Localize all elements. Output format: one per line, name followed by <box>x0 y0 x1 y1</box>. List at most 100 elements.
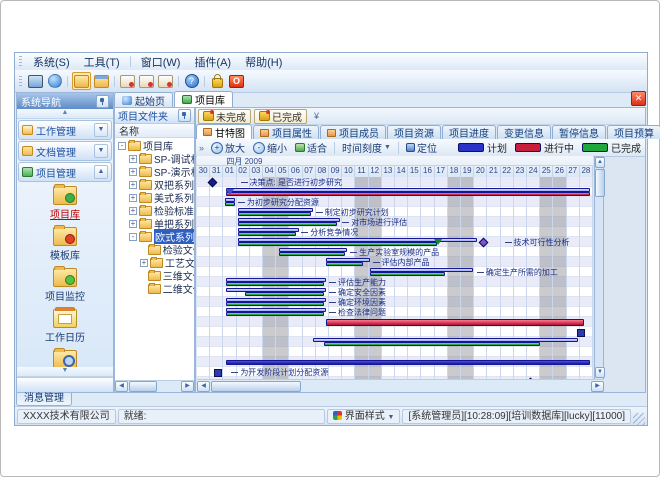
task-bar-7[interactable] <box>279 252 345 256</box>
gantt-tab-项目进度[interactable]: 项目进度 <box>442 125 496 139</box>
chevron-down-icon[interactable]: ▼ <box>94 144 108 158</box>
task-bar-16[interactable] <box>324 342 540 346</box>
sidebar-item-0[interactable]: 项目库 <box>17 184 113 221</box>
web-icon[interactable] <box>46 73 63 89</box>
system-icon[interactable] <box>27 73 44 89</box>
expand-icon[interactable]: + <box>129 207 137 215</box>
expand-icon[interactable]: + <box>129 168 137 176</box>
gantt-vscroll-thumb[interactable] <box>595 169 605 197</box>
open-folder-icon[interactable] <box>72 72 91 90</box>
style-palette-icon <box>333 411 342 420</box>
task-bar-9[interactable] <box>370 272 445 276</box>
fit-button[interactable]: 适合 <box>291 141 331 155</box>
scroll-up-icon[interactable]: ▲ <box>595 157 605 168</box>
expand-icon[interactable]: + <box>140 259 148 267</box>
sidebar-item-2[interactable]: 项目监控 <box>17 266 113 303</box>
menu-item-2[interactable]: 窗口(W) <box>134 53 188 71</box>
task-bar-17[interactable] <box>226 360 590 365</box>
tree-node-11[interactable]: 二维文件 <box>115 282 194 295</box>
folder-icon <box>139 206 152 216</box>
scroll-right-icon[interactable]: ▶ <box>181 381 194 392</box>
mail-new-icon[interactable] <box>119 73 136 89</box>
menu-item-0[interactable]: 系统(S) <box>26 53 77 71</box>
gantt-chart[interactable]: 决策点: 是否进行初步研究为初步研究分配资源制定初步研究计划对市场进行评估分析竞… <box>197 177 593 386</box>
task-bar-4[interactable] <box>238 222 337 226</box>
task-bar-11[interactable] <box>245 292 324 296</box>
sidebar-scroll-up[interactable]: ▲ <box>17 109 113 119</box>
menu-grip[interactable] <box>19 56 22 67</box>
chevron-down-icon[interactable]: ▼ <box>94 123 108 137</box>
sidebar-scroll-down[interactable]: ▼ <box>17 367 113 377</box>
filter-button-1[interactable]: 已完成 <box>254 109 307 124</box>
chevron-up-icon[interactable]: ▲ <box>94 165 108 179</box>
scroll-right-icon[interactable]: ▶ <box>591 381 604 392</box>
task-bar-1[interactable] <box>226 192 590 196</box>
collapse-icon[interactable]: - <box>129 233 137 241</box>
lock-icon[interactable] <box>209 73 226 89</box>
expand-icon[interactable]: + <box>129 155 137 163</box>
sidebar-group-1[interactable]: 文档管理▼ <box>18 141 112 161</box>
pin-icon[interactable] <box>96 95 109 108</box>
tab-起始页[interactable]: 起始页 <box>114 92 173 107</box>
task-bar-10[interactable] <box>226 282 324 286</box>
task-bar-13[interactable] <box>226 312 324 316</box>
menu-item-3[interactable]: 插件(A) <box>187 53 238 71</box>
scroll-left-icon[interactable]: ◀ <box>115 381 128 392</box>
menu-item-4[interactable]: 帮助(H) <box>238 53 289 71</box>
locate-button[interactable]: 定位 <box>402 141 441 155</box>
zoom-in-button[interactable]: +放大 <box>207 141 249 155</box>
expand-icon[interactable]: + <box>129 194 137 202</box>
scroll-down-icon[interactable]: ▼ <box>595 367 605 378</box>
close-document-icon[interactable]: ✕ <box>631 91 646 106</box>
interface-style-button[interactable]: 界面样式 ▼ <box>327 409 401 424</box>
task-bar-6[interactable] <box>238 242 437 246</box>
exit-icon[interactable]: O <box>228 73 245 89</box>
sidebar-group-2[interactable]: 项目管理▲ <box>18 162 112 182</box>
sidebar-item-4[interactable]: 项目查找 <box>17 348 113 367</box>
gantt-hscrollbar[interactable]: ◀ ▶ <box>197 379 604 392</box>
timescale-button[interactable]: 时间刻度▼ <box>338 141 395 155</box>
tree-pin-icon[interactable] <box>178 109 191 122</box>
gantt-tab-暂停信息[interactable]: 暂停信息 <box>552 125 606 139</box>
expand-icon[interactable]: + <box>129 220 137 228</box>
sidebar-partial-group[interactable] <box>17 377 113 392</box>
gantt-hscroll-thumb[interactable] <box>211 381 301 392</box>
tree-hscrollbar[interactable]: ◀ ▶ <box>115 380 194 392</box>
gantt-tab-变更信息[interactable]: 变更信息 <box>497 125 551 139</box>
gantt-tab-项目资源[interactable]: 项目资源 <box>387 125 441 139</box>
zoom-out-button[interactable]: -缩小 <box>249 141 291 155</box>
gantt-tab-项目成员[interactable]: 项目成员 <box>320 125 386 139</box>
mail-open-icon[interactable] <box>138 73 155 89</box>
sidebar-item-3[interactable]: 工作日历 <box>17 307 113 344</box>
tree-hscroll-thumb[interactable] <box>129 381 157 392</box>
task-bar-14[interactable] <box>326 319 583 326</box>
resize-grip[interactable] <box>633 413 645 425</box>
filter-button-0[interactable]: 未完成 <box>198 109 251 124</box>
menu-item-1[interactable]: 工具(T) <box>77 53 127 71</box>
task-bar-2[interactable] <box>225 202 236 206</box>
task-bar-3[interactable] <box>238 212 311 216</box>
mail-delete-icon[interactable] <box>157 73 174 89</box>
toolbar-grip[interactable] <box>19 76 22 87</box>
sidebar-group-0[interactable]: 工作管理▼ <box>18 120 112 140</box>
collapse-icon[interactable]: - <box>118 142 126 150</box>
scroll-left-icon[interactable]: ◀ <box>197 381 210 392</box>
expand-icon[interactable]: + <box>129 181 137 189</box>
task-bar-12[interactable] <box>226 302 324 306</box>
day-header-07: 07 <box>303 165 316 177</box>
tab-项目库[interactable]: 项目库 <box>174 91 233 107</box>
sidebar-item-1[interactable]: 模板库 <box>17 225 113 262</box>
window-icon[interactable] <box>93 73 110 89</box>
gantt-tab-甘特图[interactable]: 甘特图 <box>196 124 252 139</box>
gantt-toolbar-chevron-icon[interactable]: » <box>196 143 207 153</box>
task-bar-8[interactable] <box>326 262 363 266</box>
gantt-tab-项目属性[interactable]: 项目属性 <box>253 125 319 139</box>
help-icon[interactable]: ? <box>183 73 200 89</box>
tab-message-management[interactable]: 消息管理 <box>16 393 72 406</box>
gantt-vscrollbar[interactable]: ▲ ▼ <box>594 156 604 380</box>
tree-column-header[interactable]: 名称 <box>115 124 194 138</box>
task-bar-5[interactable] <box>238 232 296 236</box>
gantt-tab-项目预算[interactable]: 项目预算 <box>607 125 660 139</box>
content-area: 起始页项目库 ✕ 项目文件夹 名称 -项目库+SP-调试机系列+SP-演示机系列… <box>114 92 646 393</box>
filter-overflow-icon[interactable]: ¥ <box>314 111 319 121</box>
